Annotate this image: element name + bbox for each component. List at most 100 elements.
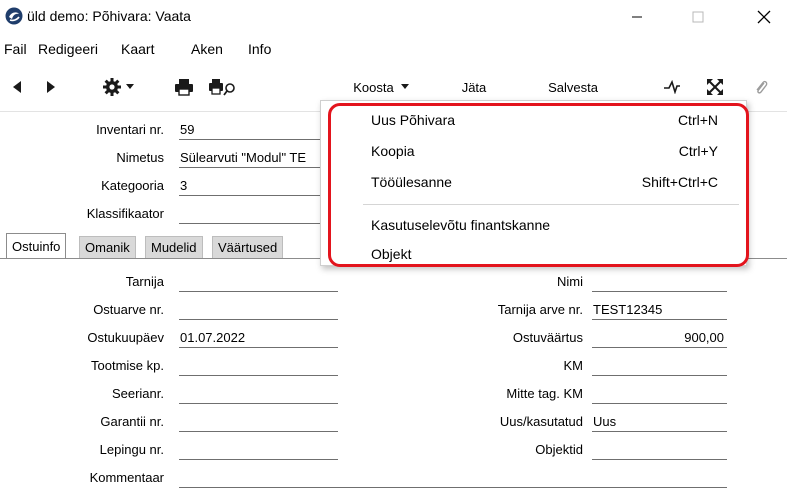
menu-info[interactable]: Info: [248, 41, 271, 57]
close-icon: [757, 10, 771, 24]
ostuarve-nr-underline: [179, 319, 338, 320]
klassifikaator-label: Klassifikaator: [86, 206, 164, 221]
inventari-nr-field[interactable]: 59: [180, 122, 320, 137]
seerianr-underline: [179, 403, 338, 404]
km-label: KM: [563, 358, 584, 373]
menu-kaart[interactable]: Kaart: [121, 41, 154, 57]
settings-menu-button[interactable]: [96, 76, 140, 98]
menu-item-label: Kasutuselevõtu finantskanne: [371, 217, 551, 233]
tab-vaartused[interactable]: Väärtused: [212, 236, 284, 258]
jata-label: Jäta: [461, 79, 487, 95]
tarnija-arve-nr-underline: [592, 319, 727, 320]
tarnija-label: Tarnija: [125, 274, 164, 289]
lepingu-nr-label: Lepingu nr.: [99, 442, 164, 457]
inventari-nr-label: Inventari nr.: [96, 122, 164, 137]
expand-arrows-icon: [707, 79, 723, 95]
nimetus-field[interactable]: Sülearvuti "Modul" TE: [180, 150, 320, 165]
nimetus-label: Nimetus: [116, 150, 164, 165]
mitte-tag-km-label: Mitte tag. KM: [506, 386, 583, 401]
salvesta-button[interactable]: Salvesta: [540, 76, 606, 98]
garantii-nr-underline: [179, 431, 338, 432]
menu-item-tooulesanne[interactable]: Tööülesanne Shift+Ctrl+C: [321, 170, 746, 196]
menu-redigeeri[interactable]: Redigeeri: [38, 41, 98, 57]
ostuarve-nr-label: Ostuarve nr.: [93, 302, 164, 317]
menu-item-objekt[interactable]: Objekt: [321, 242, 746, 268]
menu-aken[interactable]: Aken: [191, 41, 223, 57]
toolbar: Koosta Jäta Salvesta: [0, 70, 787, 104]
kommentaar-label: Kommentaar: [89, 470, 164, 485]
tab-mudelid[interactable]: Mudelid: [145, 236, 203, 258]
objektid-underline: [592, 459, 727, 460]
ostukuupaev-field[interactable]: 01.07.2022: [180, 330, 338, 345]
uus-kasutatud-field[interactable]: Uus: [593, 414, 727, 429]
menu-item-shortcut: Shift+Ctrl+C: [641, 174, 718, 190]
uus-kasutatud-label: Uus/kasutatud: [499, 414, 583, 429]
salvesta-label: Salvesta: [548, 79, 598, 95]
window-title: üld demo: Põhivara: Vaata: [27, 8, 191, 24]
tarnija-arve-nr-label: Tarnija arve nr.: [497, 302, 583, 317]
kategooria-label: Kategooria: [101, 178, 164, 193]
tarnija-arve-nr-field[interactable]: TEST12345: [593, 302, 727, 317]
objektid-label: Objektid: [535, 442, 583, 457]
menu-item-kasutuselevotu-finantskanne[interactable]: Kasutuselevõtu finantskanne: [321, 213, 746, 239]
attachment-button[interactable]: [749, 76, 773, 98]
koosta-label: Koosta: [353, 79, 394, 95]
tarnija-underline: [179, 291, 338, 292]
activity-button[interactable]: [660, 76, 684, 98]
lepingu-nr-underline: [179, 459, 338, 460]
kategooria-underline: [179, 195, 320, 196]
caret-down-icon: [400, 84, 409, 89]
paperclip-icon: [756, 80, 768, 94]
arrow-right-icon: [47, 81, 55, 93]
printer-icon: [175, 79, 193, 96]
app-logo-icon: [5, 7, 23, 25]
title-bar: üld demo: Põhivara: Vaata: [0, 0, 787, 34]
print-preview-icon: [209, 79, 235, 96]
maximize-icon: [692, 11, 704, 23]
seerianr-label: Seerianr.: [111, 386, 164, 401]
menu-item-shortcut: Ctrl+Y: [678, 143, 718, 159]
ostuvaartus-label: Ostuväärtus: [512, 330, 583, 345]
garantii-nr-label: Garantii nr.: [100, 414, 164, 429]
km-underline: [592, 375, 727, 376]
minimize-button[interactable]: [617, 4, 657, 30]
menu-item-label: Koopia: [371, 143, 415, 159]
ostuvaartus-underline: [592, 347, 727, 348]
mitte-tag-km-underline: [592, 403, 727, 404]
kategooria-field[interactable]: 3: [180, 178, 320, 193]
ostukuupaev-label: Ostukuupäev: [87, 330, 164, 345]
menu-item-uus-pohivara[interactable]: Uus Põhivara Ctrl+N: [321, 108, 746, 134]
kommentaar-underline: [179, 487, 727, 488]
pulse-icon: [664, 80, 680, 94]
menu-item-label: Uus Põhivara: [371, 112, 456, 128]
previous-record-button[interactable]: [8, 76, 26, 98]
menu-item-label: Objekt: [371, 246, 412, 262]
caret-down-icon: [126, 84, 134, 89]
print-button[interactable]: [172, 76, 196, 98]
klassifikaator-underline: [179, 223, 320, 224]
maximize-button[interactable]: [678, 4, 718, 30]
tab-ostuinfo[interactable]: Ostuinfo: [6, 233, 67, 259]
menu-item-shortcut: Ctrl+N: [677, 112, 718, 128]
nimi-underline: [592, 291, 727, 292]
nimetus-underline: [179, 167, 320, 168]
menu-item-label: Tööülesanne: [371, 174, 452, 190]
tootmise-kp-label: Tootmise kp.: [91, 358, 164, 373]
menu-item-koopia[interactable]: Koopia Ctrl+Y: [321, 139, 746, 165]
koosta-dropdown-menu: Uus Põhivara Ctrl+N Koopia Ctrl+Y Tööüle…: [320, 100, 747, 266]
ostuvaartus-field[interactable]: 900,00: [593, 330, 724, 345]
expand-button[interactable]: [703, 76, 727, 98]
minimize-icon: [632, 16, 642, 18]
menu-fail[interactable]: Fail: [4, 41, 27, 57]
inventari-nr-underline: [179, 139, 320, 140]
uus-kasutatud-underline: [592, 431, 727, 432]
koosta-button[interactable]: Koosta: [345, 76, 417, 98]
jata-button[interactable]: Jäta: [456, 76, 492, 98]
next-record-button[interactable]: [42, 76, 60, 98]
nimi-label: Nimi: [557, 274, 583, 289]
close-button[interactable]: [744, 4, 784, 30]
arrow-left-icon: [13, 81, 21, 93]
tab-omanik[interactable]: Omanik: [79, 236, 136, 258]
tootmise-kp-underline: [179, 375, 338, 376]
print-preview-button[interactable]: [206, 76, 240, 98]
